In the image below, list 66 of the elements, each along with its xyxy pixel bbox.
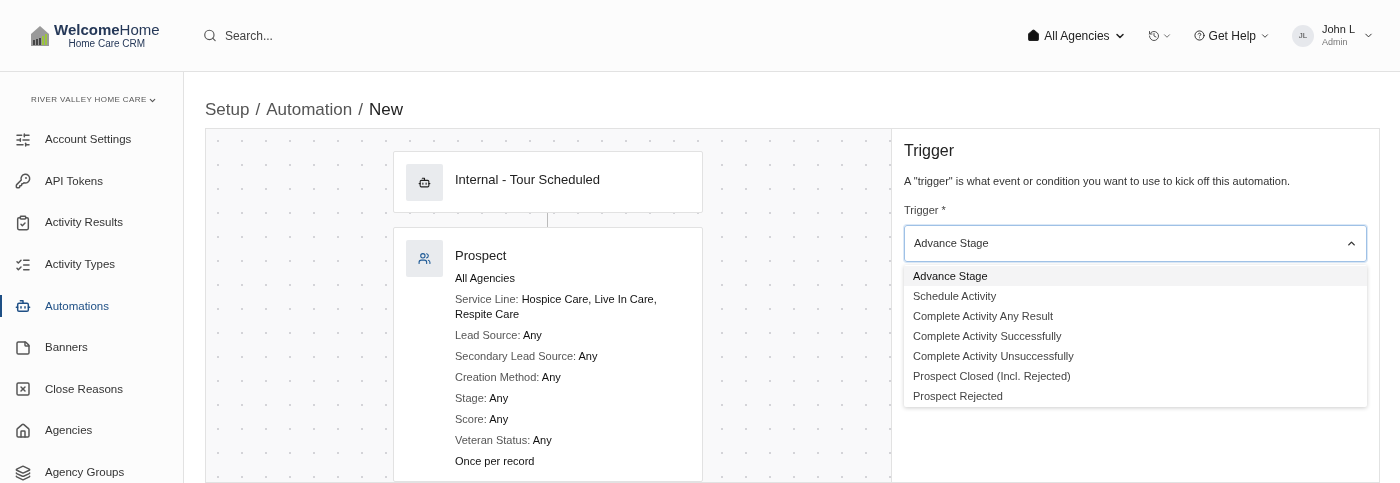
audience-node[interactable]: Prospect All Agencies Service Line: Hospice Care, Live In Care, Respite Care Lead Source: Any Secondary Lead Source: Any Creation Method: Any Stage: Any Score: Any Veteran Status: Any Once per record xyxy=(393,226,703,482)
history-icon xyxy=(1147,29,1160,42)
field-label: Trigger * xyxy=(904,202,947,218)
logo-wordmark: WelcomeHome xyxy=(54,22,160,37)
user-name: John L xyxy=(1321,23,1355,37)
people-icon xyxy=(418,251,431,265)
house-icon xyxy=(1027,29,1041,42)
user-menu[interactable]: JL John L Admin xyxy=(1291,23,1374,48)
sidebar-item[interactable]: Account Settings xyxy=(0,131,132,149)
sidebar-item[interactable]: API Tokens xyxy=(0,172,103,190)
node-title: Internal - Tour Scheduled xyxy=(455,171,601,189)
house-logo-icon xyxy=(30,24,50,47)
organization-menu[interactable]: RIVER VALLEY HOME CARE xyxy=(31,94,157,106)
breadcrumb-current: New xyxy=(368,99,403,122)
help-menu[interactable]: Get Help xyxy=(1193,26,1270,45)
panel-description: A "trigger" is what event or condition you want to use to kick off this automation. xyxy=(904,174,1292,189)
note-icon xyxy=(15,339,31,356)
node-detail: Lead Source: Any xyxy=(455,328,543,343)
robot-icon xyxy=(15,298,31,315)
node-detail: Service Line: Hospice Care, Live In Care, Respite Care xyxy=(455,292,658,322)
key-icon xyxy=(15,173,31,190)
dropdown-option[interactable]: Complete Activity Any Result xyxy=(904,306,1367,326)
dropdown-option[interactable]: Complete Activity Successfully xyxy=(904,326,1367,346)
connector-line xyxy=(547,213,548,227)
layers-icon xyxy=(15,464,31,481)
sidebar-item[interactable]: Activity Types xyxy=(0,255,116,274)
sliders-icon xyxy=(15,131,31,148)
dropdown-option[interactable]: Schedule Activity xyxy=(904,286,1367,306)
node-detail: Creation Method: Any xyxy=(455,370,562,385)
sidebar-item[interactable]: Automations xyxy=(0,297,109,315)
sidebar-item[interactable]: Agencies xyxy=(0,422,93,440)
node-detail: Secondary Lead Source: Any xyxy=(455,349,599,364)
node-detail: Score: Any xyxy=(455,412,510,427)
logo-subtitle: Home Care CRM xyxy=(68,39,146,49)
clipboard-icon xyxy=(15,215,31,231)
panel-title: Trigger xyxy=(904,141,956,161)
node-title: Prospect xyxy=(455,246,508,265)
breadcrumb-separator: / xyxy=(358,99,363,122)
node-detail: All Agencies xyxy=(455,271,516,286)
sidebar-item[interactable]: Banners xyxy=(0,339,88,357)
sidebar-item[interactable]: Activity Results xyxy=(0,214,123,232)
dropdown-option[interactable]: Prospect Rejected xyxy=(904,386,1367,406)
dropdown-option[interactable]: Advance Stage xyxy=(904,266,1367,286)
history-menu[interactable] xyxy=(1147,29,1172,42)
trigger-select[interactable]: Advance Stage xyxy=(904,225,1367,262)
breadcrumb-link[interactable]: Automation xyxy=(266,97,353,123)
dropdown-option[interactable]: Complete Activity Unsuccessfully xyxy=(904,346,1367,366)
sidebar-item[interactable]: Close Reasons xyxy=(0,380,123,398)
node-detail: Once per record xyxy=(455,454,536,469)
breadcrumb-separator: / xyxy=(255,99,261,122)
caret-icon xyxy=(1346,238,1357,249)
x-box-icon xyxy=(15,381,31,398)
user-avatar: JL xyxy=(1291,24,1314,47)
robot-icon xyxy=(418,176,431,189)
sidebar-item[interactable]: Agency Groups xyxy=(0,463,125,482)
search-icon xyxy=(203,28,217,43)
dropdown-option[interactable]: Prospect Closed (Incl. Rejected) xyxy=(904,366,1367,386)
search-field[interactable]: Search... xyxy=(224,26,503,45)
breadcrumb-link[interactable]: Setup xyxy=(205,97,250,123)
node-detail: Veteran Status: Any xyxy=(455,433,553,448)
house-icon xyxy=(15,422,31,439)
help-icon xyxy=(1193,30,1205,41)
node-detail: Stage: Any xyxy=(455,391,510,406)
trigger-node[interactable]: Internal - Tour Scheduled xyxy=(393,151,703,213)
user-role: Admin xyxy=(1321,36,1348,48)
agency-menu[interactable]: All Agencies xyxy=(1027,26,1126,45)
